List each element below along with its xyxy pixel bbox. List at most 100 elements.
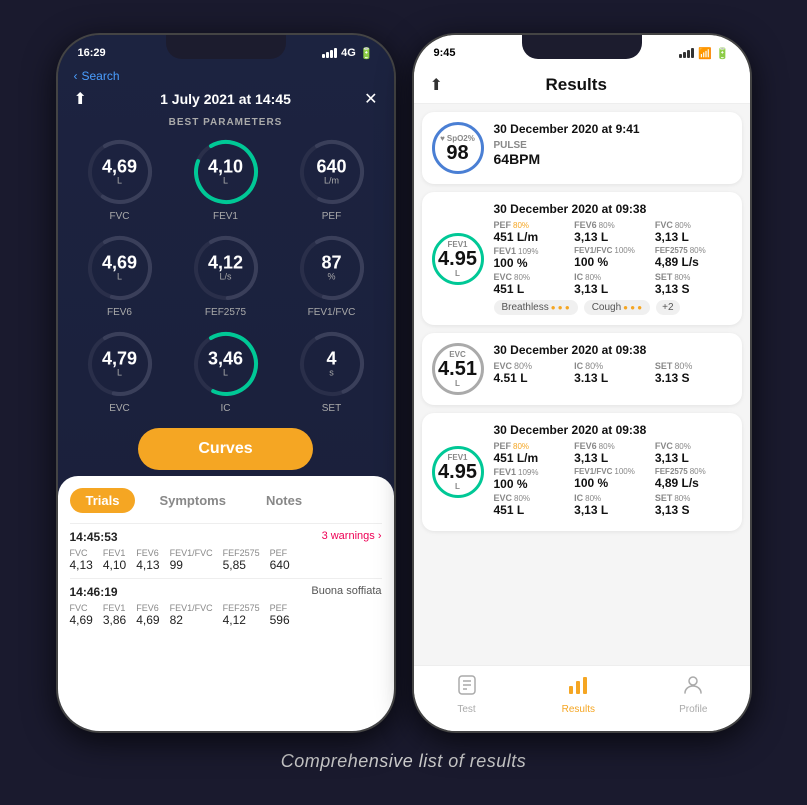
trial-warning-text-1: 3 warnings: [322, 530, 375, 542]
heart-icon: ♥: [440, 134, 445, 143]
fev1-1-fvc: FVC 80% 3,13 L: [655, 220, 732, 244]
trial-val-pef-2: PEF 596: [270, 603, 290, 627]
right-phone: 9:45 📶 🔋 ⬆ Results: [412, 33, 752, 733]
trial-warning-1: 3 warnings ›: [322, 530, 382, 544]
spo2-content: 30 December 2020 at 9:41 PULSE 64BPM: [494, 122, 732, 174]
ic-unit: L: [208, 368, 243, 379]
fev1-1-pef: PEF 80% 451 L/m: [494, 220, 571, 244]
ic-circle: 3,46 L: [190, 328, 262, 400]
phones-container: 16:29 4G 🔋 ‹ Search: [56, 33, 752, 733]
tab-notes[interactable]: Notes: [250, 488, 318, 513]
trial-val-fvc-1-val: 4,13: [70, 558, 93, 572]
result-card-fev1-1[interactable]: FEV1 4.95 L 30 December 2020 at 09:38 PE…: [422, 192, 742, 325]
close-icon[interactable]: ✕: [364, 89, 377, 109]
fev1-1-ic: IC 80% 3,13 L: [574, 272, 651, 296]
right-screen: 9:45 📶 🔋 ⬆ Results: [414, 35, 750, 731]
nav-results[interactable]: Results: [562, 674, 595, 715]
fvc-value: 4,69: [102, 158, 137, 176]
fev1-2-pef: PEF 80% 451 L/m: [494, 441, 571, 465]
fev1-1-icon-area: FEV1 4.95 L: [432, 202, 484, 315]
set-value: 4: [326, 350, 336, 368]
network-label: 4G: [341, 47, 356, 59]
spo2-value: 98: [446, 143, 468, 163]
trial-val-fev1-2: FEV1 3,86: [103, 603, 126, 627]
result-card-evc[interactable]: EVC 4.51 L 30 December 2020 at 09:38 EVC…: [422, 333, 742, 405]
evc-value: 4,79: [102, 350, 137, 368]
fev1fvc-circle: 87 %: [296, 232, 368, 304]
nav-test[interactable]: Test: [456, 674, 478, 715]
fev1-1-badge-unit: L: [455, 269, 460, 278]
trial-note-2: Buona soffiata: [311, 585, 381, 599]
trial-val-fev1-1: FEV1 4,10: [103, 548, 126, 572]
fev6-circle: 4,69 L: [84, 232, 156, 304]
fef2575-unit: L/s: [208, 272, 243, 283]
fev1-1-badge-value: 4.95: [438, 249, 477, 269]
metric-ic: 3,46 L IC: [178, 328, 274, 414]
fev1-2-badge-value: 4.95: [438, 462, 477, 482]
notch-right: [522, 35, 642, 59]
trial-header-2: 14:46:19 Buona soffiata: [70, 585, 382, 599]
back-button[interactable]: ‹ Search: [58, 67, 394, 85]
left-header: ⬆ 1 July 2021 at 14:45 ✕: [58, 85, 394, 117]
back-label: Search: [82, 69, 120, 83]
trial-val-pef-1: PEF 640: [270, 548, 290, 572]
set-unit: s: [326, 368, 336, 379]
tab-symptoms[interactable]: Symptoms: [143, 488, 241, 513]
spo2-badge: ♥ SpO2% 98: [432, 122, 484, 174]
metric-fef2575: 4,12 L/s FEF2575: [178, 232, 274, 318]
left-screen: 16:29 4G 🔋 ‹ Search: [58, 35, 394, 731]
right-signal-icon: [679, 48, 694, 58]
evc-result-data-grid: EVC 80% 4.51 L IC 80% 3.13 L SET 80% 3.1…: [494, 361, 732, 385]
trial-time-1: 14:45:53: [70, 530, 118, 544]
status-icons-left: 4G 🔋: [322, 47, 373, 60]
fvc-circle: 4,69 L: [84, 136, 156, 208]
bottom-nav: Test Results: [414, 665, 750, 731]
fvc-unit: L: [102, 176, 137, 187]
fev1-value: 4,10: [208, 158, 243, 176]
pef-circle: 640 L/m: [296, 136, 368, 208]
fev1-2-fef2575: FEF2575 80% 4,89 L/s: [655, 467, 732, 491]
metric-set: 4 s SET: [284, 328, 380, 414]
fev1-1-fev1fvc: FEV1/FVC 100% 100 %: [574, 246, 651, 270]
fev1-2-evc: EVC 80% 451 L: [494, 493, 571, 517]
fev1-2-badge-unit: L: [455, 482, 460, 491]
fev1-1-evc: EVC 80% 451 L: [494, 272, 571, 296]
nav-results-label: Results: [562, 704, 595, 715]
trial-row-1: 14:45:53 3 warnings › FVC 4,13 FEV1: [70, 523, 382, 578]
symptoms-row: Breathless ● ● ● Cough ● ● ● +2: [494, 300, 732, 315]
trial-val-fef-1: FEF2575 5,85: [223, 548, 260, 572]
trial-val-label-fvc-1: FVC: [70, 548, 93, 558]
evc-result-date: 30 December 2020 at 09:38: [494, 343, 732, 357]
nav-profile[interactable]: Profile: [679, 674, 707, 715]
fev1fvc-unit: %: [321, 272, 341, 283]
metrics-grid: 4,69 L FVC 4,10: [58, 136, 394, 414]
fev1-2-fvc: FVC 80% 3,13 L: [655, 441, 732, 465]
evc-result-content: 30 December 2020 at 09:38 EVC 80% 4.51 L…: [494, 343, 732, 395]
pef-unit: L/m: [316, 176, 346, 187]
trial-values-1: FVC 4,13 FEV1 4,10 FEV6 4,13 FEV1/FVC: [70, 548, 382, 572]
fev1-1-content: 30 December 2020 at 09:38 PEF 80% 451 L/…: [494, 202, 732, 315]
tab-trials[interactable]: Trials: [70, 488, 136, 513]
spo2-icon-area: ♥ SpO2% 98: [432, 122, 484, 174]
trial-val-fev6-1: FEV6 4,13: [136, 548, 159, 572]
share-icon[interactable]: ⬆: [74, 89, 87, 109]
evc-result-badge-unit: L: [455, 379, 460, 388]
evc-result-badge-value: 4.51: [438, 359, 477, 379]
ic-value: 3,46: [208, 350, 243, 368]
evc-data-ic: IC 80% 3.13 L: [574, 361, 651, 385]
trial-values-2: FVC 4,69 FEV1 3,86 FEV6 4,69 FEV1/FVC: [70, 603, 382, 627]
fev1-2-data-grid: PEF 80% 451 L/m FEV6 80% 3,13 L FVC 80% …: [494, 441, 732, 517]
fev1-2-content: 30 December 2020 at 09:38 PEF 80% 451 L/…: [494, 423, 732, 521]
metric-pef: 640 L/m PEF: [284, 136, 380, 222]
cough-label: Cough: [592, 302, 621, 313]
bottom-panel: Trials Symptoms Notes 14:45:53 3 warning…: [58, 476, 394, 731]
result-card-spo2[interactable]: ♥ SpO2% 98 30 December 2020 at 9:41 PULS…: [422, 112, 742, 184]
cough-dots: ● ● ●: [623, 303, 642, 312]
fev1-1-fef2575: FEF2575 80% 4,89 L/s: [655, 246, 732, 270]
result-card-fev1-2[interactable]: FEV1 4.95 L 30 December 2020 at 09:38 PE…: [422, 413, 742, 531]
fev1-2-fev1: FEV1 109% 100 %: [494, 467, 571, 491]
right-share-icon[interactable]: ⬆: [430, 75, 443, 95]
curves-button[interactable]: Curves: [138, 428, 312, 470]
fev1-unit: L: [208, 176, 243, 187]
evc-result-badge: EVC 4.51 L: [432, 343, 484, 395]
